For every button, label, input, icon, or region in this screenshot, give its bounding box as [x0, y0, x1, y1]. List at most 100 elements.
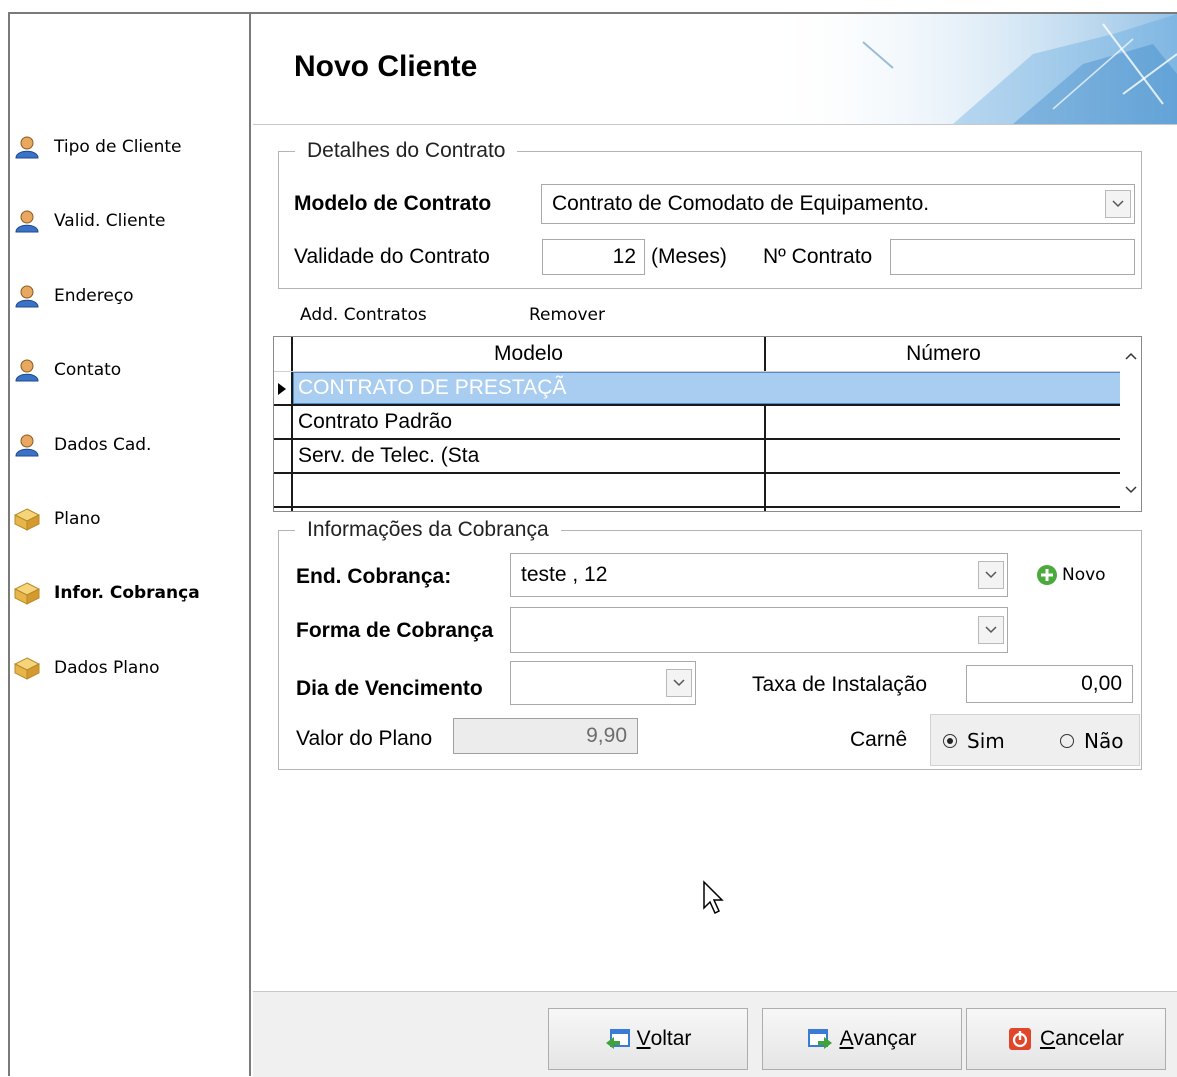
- grid-cell-numero[interactable]: [766, 440, 1120, 472]
- cancel-button-mnemonic: C: [1039, 1027, 1056, 1050]
- sidebar-item-dados-plano[interactable]: Dados Plano: [13, 653, 160, 683]
- table-row[interactable]: CONTRATO DE PRESTAÇÃ: [274, 372, 1122, 406]
- chevron-down-icon[interactable]: [666, 669, 692, 697]
- power-icon: [1008, 1027, 1034, 1051]
- sidebar-item-label: Plano: [54, 509, 101, 529]
- sidebar-item-label: Infor. Cobrança: [54, 583, 200, 603]
- install-fee-input[interactable]: 0,00: [966, 665, 1133, 703]
- radio-unchecked-icon: [1060, 734, 1074, 748]
- contract-validity-value: 12: [612, 245, 636, 268]
- billing-method-label: Forma de Cobrança: [296, 619, 494, 642]
- sidebar-item-label: Valid. Cliente: [54, 211, 166, 231]
- next-button-label: vançar: [853, 1027, 917, 1050]
- chevron-down-icon[interactable]: [1105, 190, 1131, 218]
- contract-validity-input[interactable]: 12: [542, 239, 645, 275]
- back-arrow-icon: [605, 1027, 631, 1051]
- grid-cell-modelo[interactable]: [294, 474, 766, 506]
- grid-cell-numero[interactable]: [766, 474, 1120, 506]
- mouse-cursor-icon: [703, 880, 724, 915]
- back-button-mnemonic: V: [636, 1027, 651, 1050]
- chevron-down-icon[interactable]: [978, 616, 1004, 644]
- next-button[interactable]: Avançar: [762, 1008, 962, 1070]
- contract-validity-unit: (Meses): [651, 245, 727, 268]
- back-button[interactable]: Voltar: [548, 1008, 748, 1070]
- user-icon: [14, 358, 40, 382]
- user-icon: [14, 135, 40, 159]
- package-icon: [13, 507, 41, 531]
- grid-cell-modelo[interactable]: CONTRATO DE PRESTAÇÃ: [294, 372, 766, 404]
- chevron-down-icon[interactable]: [978, 561, 1004, 589]
- table-row[interactable]: Contrato Padrão: [274, 406, 1122, 440]
- wizard-footer: Voltar Avançar Cancelar: [253, 991, 1177, 1077]
- user-icon: [14, 284, 40, 308]
- page-header: Novo Cliente: [253, 14, 1177, 125]
- sidebar-item-endere-o[interactable]: Endereço: [14, 281, 134, 311]
- sidebar-item-tipo-de-cliente[interactable]: Tipo de Cliente: [14, 132, 182, 162]
- sidebar-item-label: Endereço: [54, 286, 134, 306]
- wizard-sidebar: [10, 14, 251, 1076]
- billing-address-select[interactable]: teste , 12: [510, 553, 1008, 597]
- grid-header-modelo[interactable]: Modelo: [293, 337, 764, 371]
- add-circle-icon: [1036, 564, 1058, 586]
- plan-value-value: 9,90: [586, 724, 627, 747]
- grid-cell-modelo[interactable]: Serv. de Telec. (Sta: [294, 440, 766, 472]
- carne-radio-group: Sim Não: [930, 714, 1140, 766]
- billing-address-value: teste , 12: [521, 563, 608, 586]
- carne-yes-radio[interactable]: Sim: [943, 729, 1005, 753]
- contract-model-value: Contrato de Comodato de Equipamento.: [552, 192, 930, 215]
- carne-no-radio[interactable]: Não: [1060, 729, 1123, 753]
- billing-method-select[interactable]: [510, 607, 1008, 653]
- contract-details-legend: Detalhes do Contrato: [307, 139, 506, 162]
- page-title: Novo Cliente: [294, 50, 478, 83]
- due-day-select[interactable]: [510, 661, 696, 705]
- carne-label: Carnê: [850, 728, 908, 751]
- billing-address-label: End. Cobrança:: [296, 565, 452, 588]
- carne-yes-label: Sim: [967, 729, 1005, 753]
- grid-cell-numero[interactable]: [766, 406, 1120, 438]
- new-address-button[interactable]: Novo: [1036, 564, 1106, 586]
- sidebar-item-label: Tipo de Cliente: [54, 137, 182, 157]
- grid-cell-numero[interactable]: [766, 372, 1120, 404]
- row-pointer-icon: [277, 382, 287, 401]
- grid-cell-modelo[interactable]: Contrato Padrão: [294, 406, 766, 438]
- sidebar-item-label: Contato: [54, 360, 122, 380]
- plan-value-label: Valor do Plano: [296, 727, 433, 750]
- radio-checked-icon: [943, 734, 957, 748]
- chevron-down-icon[interactable]: [1125, 481, 1137, 499]
- user-icon: [14, 209, 40, 233]
- plan-value-field: 9,90: [453, 718, 638, 754]
- billing-legend: Informações da Cobrança: [307, 518, 549, 541]
- contract-model-label: Modelo de Contrato: [294, 192, 492, 215]
- due-day-label: Dia de Vencimento: [296, 677, 483, 700]
- contracts-grid[interactable]: Modelo Número CONTRATO DE PRESTAÇÃ Contr…: [273, 336, 1142, 512]
- table-row[interactable]: Serv. de Telec. (Sta: [274, 440, 1122, 474]
- sidebar-item-label: Dados Plano: [54, 658, 160, 678]
- sidebar-item-valid-cliente[interactable]: Valid. Cliente: [14, 206, 165, 236]
- sidebar-item-infor-cobran-a[interactable]: Infor. Cobrança: [13, 578, 200, 608]
- contract-validity-label: Validade do Contrato: [294, 245, 490, 268]
- add-contract-button[interactable]: Add. Contratos: [300, 305, 427, 325]
- install-fee-value: 0,00: [1081, 672, 1122, 695]
- package-icon: [13, 656, 41, 680]
- chevron-up-icon[interactable]: [1125, 347, 1137, 365]
- grid-header-numero[interactable]: Número: [766, 337, 1121, 371]
- table-row[interactable]: [274, 474, 1122, 508]
- package-icon: [13, 581, 41, 605]
- carne-no-label: Não: [1084, 729, 1124, 753]
- grid-scrollbar[interactable]: [1120, 337, 1141, 511]
- cancel-button-label: ancelar: [1055, 1027, 1125, 1050]
- contract-model-select[interactable]: Contrato de Comodato de Equipamento.: [541, 184, 1135, 224]
- next-button-mnemonic: A: [839, 1027, 854, 1050]
- cancel-button[interactable]: Cancelar: [966, 1008, 1166, 1070]
- remove-contract-button[interactable]: Remover: [529, 305, 605, 325]
- install-fee-label: Taxa de Instalação: [752, 673, 928, 696]
- new-address-label: Novo: [1062, 565, 1106, 585]
- sidebar-item-plano[interactable]: Plano: [13, 504, 101, 534]
- sidebar-item-contato[interactable]: Contato: [14, 355, 121, 385]
- contract-number-label: Nº Contrato: [763, 245, 873, 268]
- contract-number-input[interactable]: [890, 239, 1135, 275]
- back-button-label: oltar: [650, 1027, 692, 1050]
- sidebar-item-dados-cad[interactable]: Dados Cad.: [14, 430, 151, 460]
- sidebar-item-label: Dados Cad.: [54, 435, 152, 455]
- next-arrow-icon: [807, 1027, 833, 1051]
